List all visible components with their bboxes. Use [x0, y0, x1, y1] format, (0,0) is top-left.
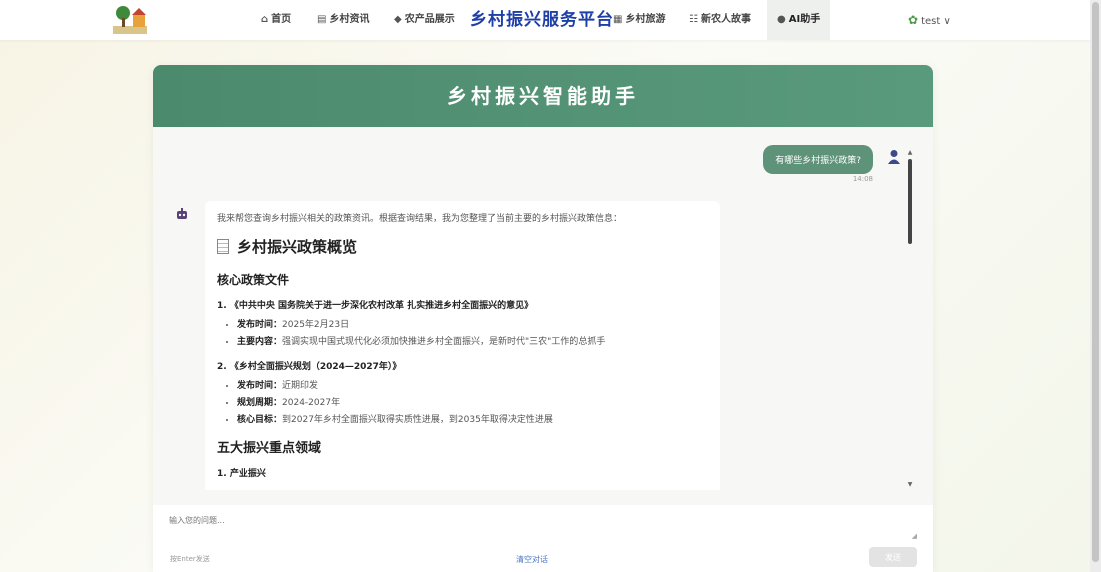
list-item: 主要内容：强调实现中国式现代化必须加快推进乡村全面振兴，是新时代"三农"工作的总… — [237, 334, 708, 347]
page-scrollbar-thumb[interactable] — [1092, 2, 1099, 562]
travel-icon: ▦ — [613, 14, 623, 25]
nav-item-label: 乡村旅游 — [625, 14, 666, 25]
nav-item-products[interactable]: ◆ 农产品展示 — [394, 0, 455, 40]
detail-value: 近期印发 — [282, 381, 319, 391]
detail-label: 主要内容 — [237, 337, 274, 347]
username: test — [921, 16, 941, 27]
message-timestamp: 14:08 — [852, 175, 873, 183]
detail-value: 强调实现中国式现代化必须加快推进乡村全面振兴，是新时代"三农"工作的总抓手 — [282, 337, 606, 347]
nav-item-home[interactable]: ⌂ 首页 — [261, 0, 291, 40]
chevron-down-icon: ∨ — [943, 16, 951, 27]
home-icon: ⌂ — [261, 14, 269, 25]
detail-label: 发布时间 — [237, 381, 274, 391]
nav-item-label: AI助手 — [788, 14, 821, 25]
bot-heading: 乡村振兴政策概览 — [217, 236, 708, 257]
section-heading: 五大振兴重点领域 — [217, 441, 322, 456]
list-item: 发布时间：2025年2月23日 — [237, 317, 708, 330]
policy-title: 1. 产业振兴 — [217, 469, 266, 479]
top-navbar: ⌂ 首页 ▤ 乡村资讯 ◆ 农产品展示 乡村振兴服务平台 ▦ 乡村旅游 ☷ 新农人故事 ●… — [0, 0, 1090, 40]
detail-label: 核心目标 — [237, 415, 274, 425]
input-hint: 按Enter发送 — [170, 555, 210, 563]
resize-handle-icon[interactable]: ◢ — [912, 532, 917, 540]
nav-item-ai-assistant[interactable]: ● AI助手 — [767, 0, 831, 40]
document-icon — [217, 239, 229, 254]
page-scrollbar[interactable] — [1090, 0, 1101, 572]
list-item: 发布时间：近期印发 — [237, 378, 708, 391]
list-item: 规划周期：2024-2027年 — [237, 395, 708, 408]
user-menu[interactable]: ✿ test ∨ — [908, 0, 951, 40]
bot-avatar-icon — [177, 208, 187, 219]
detail-label: 发布时间 — [237, 320, 274, 330]
chat-scrollbar[interactable]: ▲ ▼ — [906, 149, 914, 489]
user-message: 有哪些乡村振兴政策? — [763, 145, 873, 174]
nav-item-label: 新农人故事 — [700, 14, 751, 25]
policy-title: 1. 《中共中央 国务院关于进一步深化农村改革 扎实推进乡村全面振兴的意见》 — [217, 301, 534, 311]
message-list: 有哪些乡村振兴政策? 14:08 我来帮您查询乡村振兴相关的政策资讯。根据查询结… — [153, 127, 933, 490]
logo-icon[interactable] — [113, 4, 147, 34]
policy-title: 2. 《乡村全面振兴规划（2024—2027年）》 — [217, 362, 402, 372]
nav-item-label: 首页 — [271, 14, 292, 25]
send-button[interactable]: 发送 — [869, 547, 917, 567]
bot-message: 我来帮您查询乡村振兴相关的政策资讯。根据查询结果，我为您整理了当前主要的乡村振兴… — [205, 201, 720, 490]
product-icon: ◆ — [394, 14, 402, 25]
policy-details: 发布时间：近期印发 规划周期：2024-2027年 核心目标：到2027年乡村全… — [217, 378, 708, 425]
bot-intro-text: 我来帮您查询乡村振兴相关的政策资讯。根据查询结果，我为您整理了当前主要的乡村振兴… — [217, 214, 623, 224]
nav-item-news[interactable]: ▤ 乡村资讯 — [317, 0, 369, 40]
nav-item-travel[interactable]: ▦ 乡村旅游 — [613, 0, 665, 40]
user-avatar-icon: ✿ — [908, 13, 919, 27]
policy-details: 发布时间：2025年2月23日 主要内容：强调实现中国式现代化必须加快推进乡村全… — [217, 317, 708, 347]
news-icon: ▤ — [317, 14, 327, 25]
section-item: 产业振兴 — [229, 469, 266, 479]
scroll-down-icon[interactable]: ▼ — [906, 481, 914, 489]
nav-item-stories[interactable]: ☷ 新农人故事 — [689, 0, 751, 40]
detail-label: 规划周期 — [237, 398, 274, 408]
chat-scrollbar-thumb[interactable] — [908, 159, 912, 244]
detail-value: 到2027年乡村全面振兴取得实质性进展，到2035年取得决定性进展 — [282, 415, 553, 425]
chat-panel: 乡村振兴智能助手 有哪些乡村振兴政策? 14:08 我来帮您查询乡村振兴相关的政… — [153, 65, 933, 572]
detail-value: 2025年2月23日 — [282, 320, 350, 330]
robot-icon: ● — [777, 14, 786, 25]
section-heading: 核心政策文件 — [217, 273, 290, 287]
question-input[interactable] — [167, 513, 921, 543]
site-brand[interactable]: 乡村振兴服务平台 — [470, 0, 614, 40]
list-item: 核心目标：到2027年乡村全面振兴取得实质性进展，到2035年取得决定性进展 — [237, 412, 708, 425]
input-area: ◢ 按Enter发送 清空对话 发送 — [153, 505, 933, 572]
nav-item-label: 农产品展示 — [404, 14, 455, 25]
people-icon: ☷ — [689, 14, 698, 25]
chat-title: 乡村振兴智能助手 — [153, 65, 933, 127]
nav-item-label: 乡村资讯 — [329, 14, 370, 25]
user-avatar-icon — [888, 150, 900, 164]
bot-heading-text: 乡村振兴政策概览 — [237, 238, 358, 256]
scroll-up-icon[interactable]: ▲ — [906, 149, 914, 157]
clear-chat-button[interactable]: 清空对话 — [516, 554, 548, 565]
detail-value: 2024-2027年 — [282, 398, 341, 408]
